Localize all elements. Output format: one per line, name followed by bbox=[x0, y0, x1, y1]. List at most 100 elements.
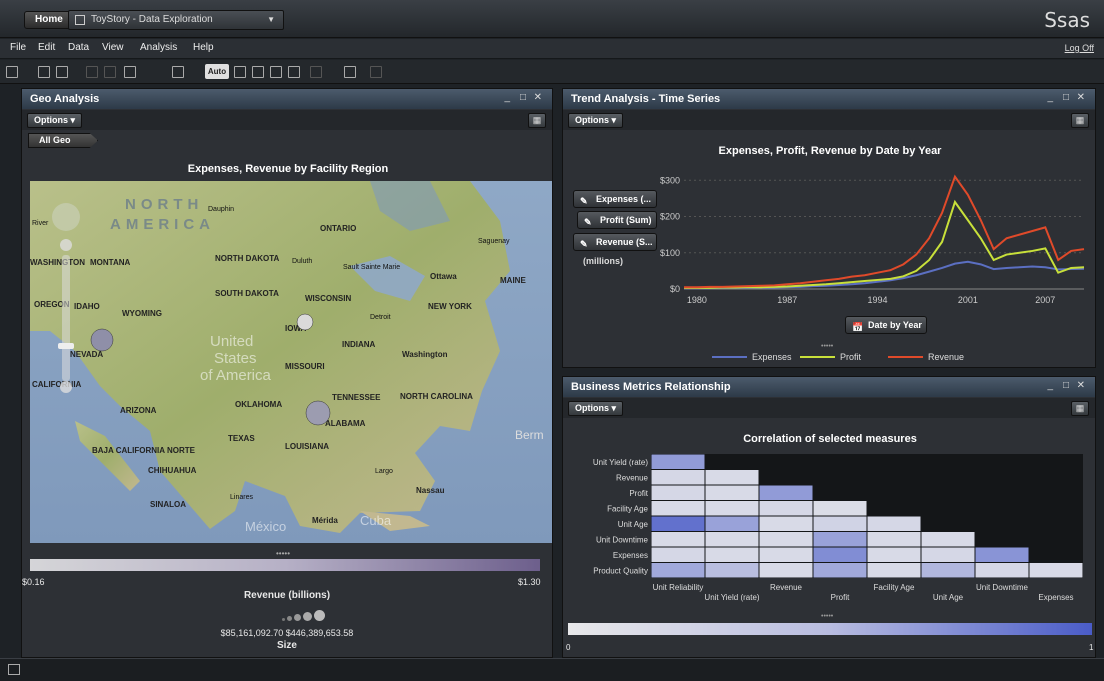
map-label: Dauphin bbox=[208, 206, 234, 213]
heatmap-cell bbox=[813, 547, 867, 562]
heatmap-icon[interactable] bbox=[344, 66, 356, 78]
bubble-icon[interactable] bbox=[310, 66, 322, 78]
map-label: WASHINGTON bbox=[30, 258, 85, 267]
breadcrumb-all-geo[interactable]: All Geo bbox=[28, 133, 98, 148]
map-label: NEVADA bbox=[70, 350, 103, 359]
menu-analysis[interactable]: Analysis bbox=[140, 42, 177, 53]
open-icon[interactable] bbox=[38, 66, 50, 78]
label-america: AMERICA bbox=[110, 216, 215, 233]
correlation-heatmap[interactable]: Unit Yield (rate) Revenue Profit Facility A… bbox=[562, 376, 1096, 616]
minimize-icon[interactable]: _ bbox=[504, 92, 510, 103]
menu-help[interactable]: Help bbox=[193, 42, 214, 53]
heatmap-cell bbox=[651, 454, 705, 469]
scatter-icon[interactable] bbox=[288, 66, 300, 78]
y-tick-label: $300 bbox=[660, 175, 680, 185]
heatmap-row-label: Revenue bbox=[616, 473, 649, 482]
bar-chart-icon[interactable] bbox=[252, 66, 264, 78]
map-label: CHIHUAHUA bbox=[148, 466, 197, 475]
x-tick-label: 1987 bbox=[777, 295, 797, 305]
undo-icon[interactable] bbox=[86, 66, 98, 78]
legend-min: $0.16 bbox=[22, 577, 45, 587]
map-label: Saguenay bbox=[478, 238, 510, 245]
menu-edit[interactable]: Edit bbox=[38, 42, 55, 53]
map-label: Ottawa bbox=[430, 272, 457, 281]
heatmap-cell bbox=[867, 563, 921, 578]
bubble-midwest bbox=[296, 313, 314, 331]
trend-line-chart[interactable]: $0 $100 $200 $300 1980 1987 1994 2001 2007 Expens… bbox=[562, 88, 1096, 368]
heatmap-cell bbox=[813, 516, 867, 531]
heatmap-col-label: Unit Downtime bbox=[976, 583, 1029, 592]
map-label: SOUTH DAKOTA bbox=[215, 289, 279, 298]
label-states: States bbox=[214, 350, 257, 367]
data-pane-toggle-icon[interactable] bbox=[8, 664, 20, 675]
report-tab[interactable]: ToyStory - Data Exploration ▼ bbox=[68, 10, 284, 30]
heatmap-cell bbox=[705, 563, 759, 578]
geo-options-bar: Options ▾ ▦ bbox=[22, 110, 552, 130]
map-label: MISSOURI bbox=[285, 362, 325, 371]
map-label: Linares bbox=[230, 494, 253, 501]
y-tick-label: $200 bbox=[660, 212, 680, 222]
heatmap-cell bbox=[921, 547, 975, 562]
status-bar bbox=[0, 658, 1104, 681]
columns-icon[interactable] bbox=[172, 66, 184, 78]
geo-chart-title: Expenses, Revenue by Facility Region bbox=[187, 163, 389, 175]
heatmap-cell bbox=[975, 547, 1029, 562]
save-icon[interactable] bbox=[56, 66, 68, 78]
menu-file[interactable]: File bbox=[10, 42, 26, 53]
geo-options-button[interactable]: Options ▾ bbox=[27, 113, 83, 128]
series-line-profit bbox=[684, 199, 1085, 289]
heatmap-cell bbox=[813, 501, 867, 516]
heatmap-col-label: Unit Yield (rate) bbox=[704, 593, 759, 602]
heatmap-row-label: Unit Yield (rate) bbox=[593, 458, 648, 467]
map-label: Largo bbox=[375, 468, 393, 475]
close-icon[interactable]: ✕ bbox=[534, 92, 542, 103]
table-icon[interactable] bbox=[234, 66, 246, 78]
log-off-link[interactable]: Log Off bbox=[1065, 43, 1094, 53]
new-object-icon[interactable] bbox=[6, 66, 18, 78]
maximize-icon[interactable]: □ bbox=[520, 92, 526, 103]
heatmap-row-label: Profit bbox=[629, 489, 648, 498]
heatmap-row-label: Unit Age bbox=[618, 520, 649, 529]
bubble-south bbox=[305, 400, 331, 426]
chevron-down-icon[interactable]: ▼ bbox=[267, 11, 275, 29]
heatmap-cell bbox=[651, 516, 705, 531]
heatmap-cell bbox=[759, 532, 813, 547]
map-label: Nassau bbox=[416, 486, 445, 495]
heatmap-row-label: Unit Downtime bbox=[596, 535, 649, 544]
x-tick-label: 1980 bbox=[687, 295, 707, 305]
bubble-west bbox=[90, 328, 114, 352]
size-legend-title: Size bbox=[276, 640, 297, 651]
resize-grip-icon[interactable]: ••••• bbox=[276, 549, 290, 558]
heatmap-cell bbox=[705, 470, 759, 485]
geo-grid-icon[interactable]: ▦ bbox=[528, 113, 546, 128]
heatmap-row-label: Product Quality bbox=[593, 566, 648, 575]
scale-min: 0 bbox=[566, 643, 571, 652]
heatmap-cell bbox=[867, 516, 921, 531]
heatmap-cell bbox=[705, 501, 759, 516]
map-label: INDIANA bbox=[342, 340, 376, 349]
size-legend-bubbles bbox=[282, 610, 325, 624]
map-label: Detroit bbox=[370, 314, 391, 321]
redo-icon[interactable] bbox=[104, 66, 116, 78]
heatmap-col-label: Revenue bbox=[770, 583, 803, 592]
heatmap-cell bbox=[1029, 563, 1083, 578]
y-tick-label: $100 bbox=[660, 248, 680, 258]
map-label: MAINE bbox=[500, 276, 526, 285]
treemap-icon[interactable] bbox=[370, 66, 382, 78]
scale-max: 1 bbox=[1089, 643, 1094, 652]
heatmap-col-label: Unit Reliability bbox=[653, 583, 704, 592]
heatmap-cell bbox=[759, 485, 813, 500]
geo-map[interactable]: NORTH AMERICA United States of America M… bbox=[30, 181, 552, 543]
heatmap-cell bbox=[651, 532, 705, 547]
menu-view[interactable]: View bbox=[102, 42, 124, 53]
auto-chart-button[interactable]: Auto bbox=[205, 64, 229, 79]
map-label: TENNESSEE bbox=[332, 393, 381, 402]
top-banner: Home ToyStory - Data Exploration ▼ Ssas bbox=[0, 0, 1104, 38]
label-mexico: México bbox=[245, 519, 286, 534]
line-chart-icon[interactable] bbox=[270, 66, 282, 78]
home-button[interactable]: Home bbox=[24, 11, 74, 29]
star-icon[interactable] bbox=[124, 66, 136, 78]
menu-data[interactable]: Data bbox=[68, 42, 89, 53]
heatmap-row-label: Expenses bbox=[613, 551, 648, 560]
heatmap-cell bbox=[651, 563, 705, 578]
